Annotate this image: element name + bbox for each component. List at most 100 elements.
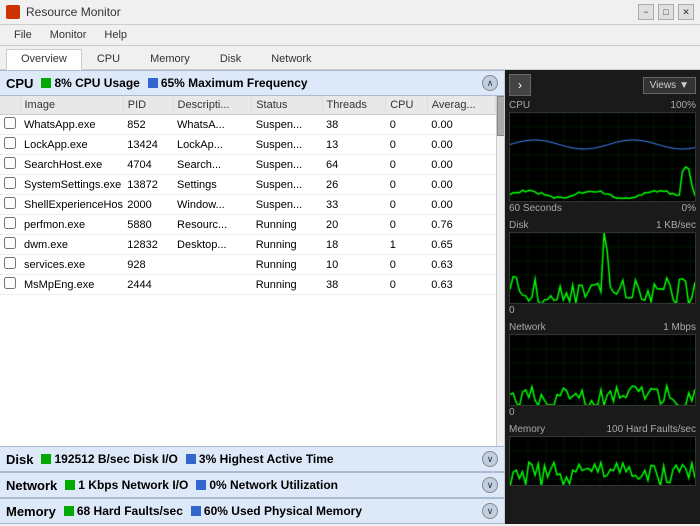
col-cpu[interactable]: CPU: [386, 96, 428, 115]
network-chart-unit: 1 Mbps: [663, 322, 696, 333]
col-image[interactable]: Image: [20, 96, 123, 115]
collapsed-sections: Disk 192512 B/sec Disk I/O 3% Highest Ac…: [0, 446, 504, 524]
col-average[interactable]: Averag...: [427, 96, 495, 115]
table-cell: 0: [386, 275, 428, 295]
table-cell: 13: [322, 135, 386, 155]
row-checkbox[interactable]: [4, 237, 16, 249]
row-checkbox[interactable]: [4, 197, 16, 209]
cpu-stat1-dot: [41, 78, 51, 88]
table-row[interactable]: SearchHost.exe4704Search...Suspen...6400…: [0, 155, 496, 175]
disk-collapse-button[interactable]: ∨: [482, 451, 498, 467]
table-cell: Suspen...: [252, 135, 322, 155]
cpu-table-section: Image PID Descripti... Status Threads CP…: [0, 96, 504, 446]
tab-overview[interactable]: Overview: [6, 49, 82, 70]
table-cell: 2000: [123, 195, 173, 215]
col-status[interactable]: Status: [252, 96, 322, 115]
close-button[interactable]: ✕: [678, 4, 694, 20]
table-cell: MsMpEng.exe: [20, 275, 123, 295]
table-cell: 0.00: [427, 135, 495, 155]
disk-chart: [509, 232, 696, 304]
table-cell: 13872: [123, 175, 173, 195]
right-panel-nav-button[interactable]: ›: [509, 74, 531, 96]
disk-stat1: 192512 B/sec Disk I/O: [41, 452, 177, 466]
col-threads[interactable]: Threads: [322, 96, 386, 115]
table-cell: services.exe: [20, 255, 123, 275]
table-cell: Suspen...: [252, 175, 322, 195]
tab-memory[interactable]: Memory: [135, 49, 205, 69]
memory-section-label: Memory: [6, 504, 56, 519]
table-cell: 0: [386, 115, 428, 135]
memory-chart-unit: 100 Hard Faults/sec: [607, 424, 697, 435]
cpu-stat2-text: 65% Maximum Frequency: [161, 76, 308, 90]
tab-network[interactable]: Network: [256, 49, 326, 69]
table-cell: 0: [386, 155, 428, 175]
table-row[interactable]: services.exe928Running1000.63: [0, 255, 496, 275]
table-cell: 0.00: [427, 175, 495, 195]
maximize-button[interactable]: □: [658, 4, 674, 20]
table-cell: Suspen...: [252, 115, 322, 135]
cpu-section-header[interactable]: CPU 8% CPU Usage 65% Maximum Frequency ∧: [0, 70, 504, 96]
disk-stat2-text: 3% Highest Active Time: [199, 452, 334, 466]
views-button[interactable]: Views ▼: [643, 77, 696, 94]
table-cell: 0: [386, 255, 428, 275]
table-cell: 20: [322, 215, 386, 235]
memory-stat1: 68 Hard Faults/sec: [64, 504, 183, 518]
table-row[interactable]: ShellExperienceHost.exe2000Window...Susp…: [0, 195, 496, 215]
table-cell: perfmon.exe: [20, 215, 123, 235]
network-collapse-button[interactable]: ∨: [482, 477, 498, 493]
cpu-collapse-button[interactable]: ∧: [482, 75, 498, 91]
table-cell: Running: [252, 255, 322, 275]
cpu-stat1: 8% CPU Usage: [41, 76, 139, 90]
table-cell: Settings: [173, 175, 252, 195]
right-panel: › Views ▼ CPU 100% 60 Seconds 0% Disk: [505, 70, 700, 524]
right-panel-header: › Views ▼: [509, 74, 696, 96]
table-cell: WhatsApp.exe: [20, 115, 123, 135]
table-cell: Search...: [173, 155, 252, 175]
disk-chart-min: 0: [509, 305, 515, 316]
table-cell: 0.63: [427, 255, 495, 275]
tab-disk[interactable]: Disk: [205, 49, 256, 69]
table-row[interactable]: LockApp.exe13424LockAp...Suspen...1300.0…: [0, 135, 496, 155]
table-row[interactable]: SystemSettings.exe13872SettingsSuspen...…: [0, 175, 496, 195]
table-cell: 0: [386, 215, 428, 235]
table-cell: 4704: [123, 155, 173, 175]
memory-chart-section: Memory 100 Hard Faults/sec: [509, 424, 696, 486]
table-cell: 18: [322, 235, 386, 255]
main-area: CPU 8% CPU Usage 65% Maximum Frequency ∧: [0, 70, 700, 524]
table-row[interactable]: MsMpEng.exe2444Running3800.63: [0, 275, 496, 295]
network-stat1-text: 1 Kbps Network I/O: [78, 478, 188, 492]
tab-cpu[interactable]: CPU: [82, 49, 135, 69]
row-checkbox[interactable]: [4, 257, 16, 269]
menu-file[interactable]: File: [6, 27, 40, 43]
row-checkbox[interactable]: [4, 277, 16, 289]
scrollbar-thumb[interactable]: [497, 96, 504, 136]
col-description[interactable]: Descripti...: [173, 96, 252, 115]
col-pid[interactable]: PID: [123, 96, 173, 115]
menu-help[interactable]: Help: [96, 27, 135, 43]
menu-monitor[interactable]: Monitor: [42, 27, 95, 43]
table-cell: 0.76: [427, 215, 495, 235]
views-label: Views: [650, 80, 677, 91]
table-row[interactable]: dwm.exe12832Desktop...Running1810.65: [0, 235, 496, 255]
network-stat2-text: 0% Network Utilization: [209, 478, 338, 492]
table-cell: LockAp...: [173, 135, 252, 155]
row-checkbox[interactable]: [4, 177, 16, 189]
memory-collapse-button[interactable]: ∨: [482, 503, 498, 519]
table-row[interactable]: perfmon.exe5880Resourc...Running2000.76: [0, 215, 496, 235]
row-checkbox[interactable]: [4, 137, 16, 149]
table-scrollbar[interactable]: [496, 96, 504, 446]
row-checkbox[interactable]: [4, 117, 16, 129]
network-chart-section: Network 1 Mbps 0: [509, 322, 696, 418]
table-cell: dwm.exe: [20, 235, 123, 255]
disk-section-header[interactable]: Disk 192512 B/sec Disk I/O 3% Highest Ac…: [0, 446, 504, 472]
row-checkbox[interactable]: [4, 217, 16, 229]
network-section-header[interactable]: Network 1 Kbps Network I/O 0% Network Ut…: [0, 472, 504, 498]
table-cell: SystemSettings.exe: [20, 175, 123, 195]
cpu-chart-section: CPU 100% 60 Seconds 0%: [509, 100, 696, 214]
table-cell: 10: [322, 255, 386, 275]
table-row[interactable]: WhatsApp.exe852WhatsA...Suspen...3800.00: [0, 115, 496, 135]
minimize-button[interactable]: −: [638, 4, 654, 20]
memory-stat2-text: 60% Used Physical Memory: [204, 504, 362, 518]
row-checkbox[interactable]: [4, 157, 16, 169]
memory-section-header[interactable]: Memory 68 Hard Faults/sec 60% Used Physi…: [0, 498, 504, 524]
